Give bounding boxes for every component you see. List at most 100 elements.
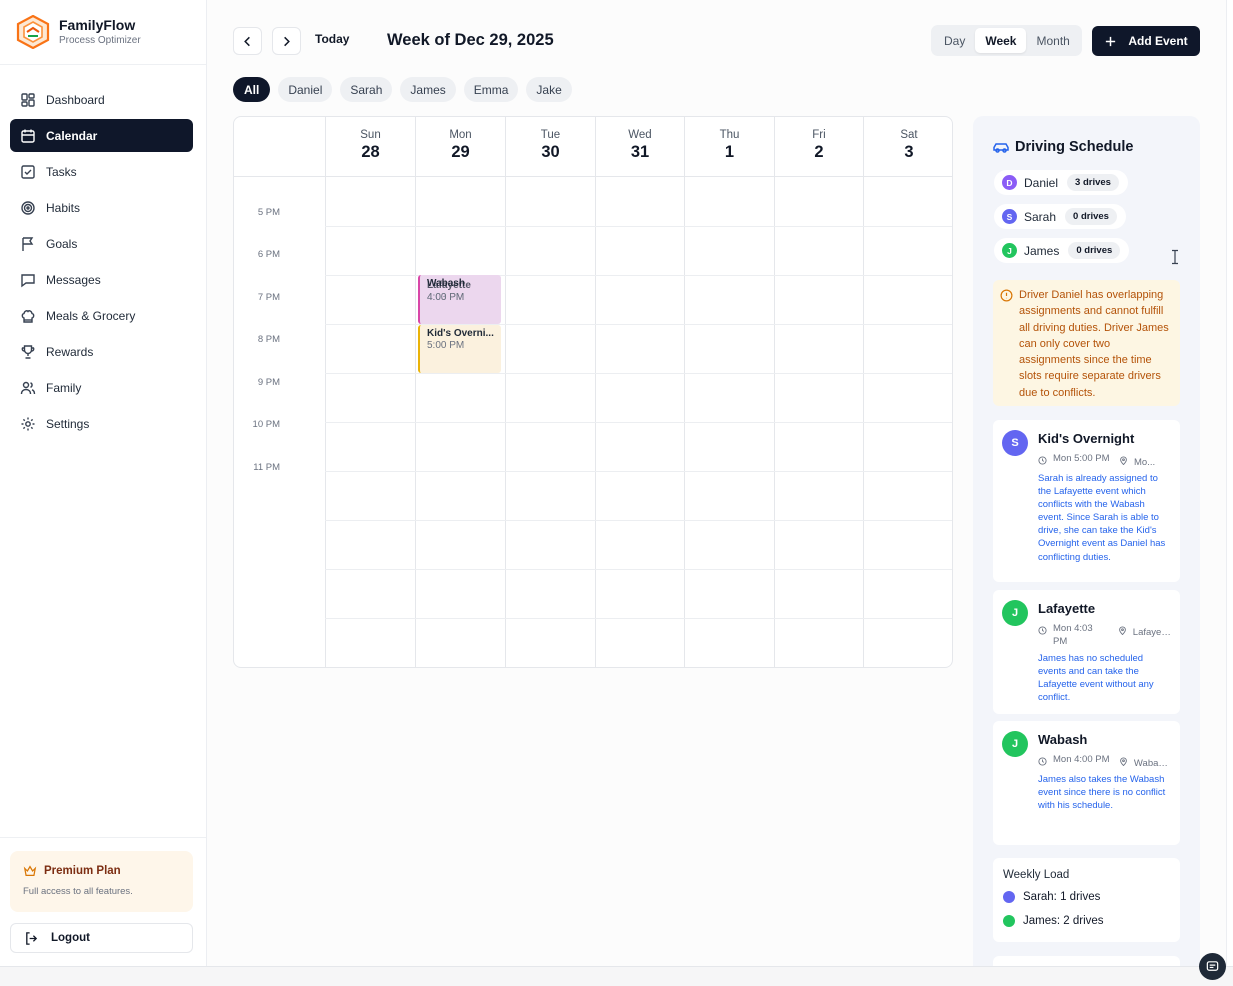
filter-all[interactable]: All bbox=[233, 77, 271, 102]
sidebar-item-family[interactable]: Family bbox=[10, 371, 193, 404]
scrollbar-track[interactable] bbox=[1226, 0, 1233, 966]
next-week-button[interactable] bbox=[272, 27, 301, 55]
logout-button[interactable]: Logout bbox=[10, 923, 193, 953]
divider bbox=[0, 837, 206, 838]
assignment-note: Sarah is already assigned to the Lafayet… bbox=[1038, 473, 1166, 563]
chevron-right-icon bbox=[284, 36, 290, 46]
chef-hat-icon bbox=[21, 309, 35, 323]
grid-line bbox=[325, 373, 952, 374]
today-button[interactable]: Today bbox=[315, 32, 349, 46]
day-number: 1 bbox=[724, 143, 735, 161]
view-day-button[interactable]: Day bbox=[934, 28, 975, 53]
add-event-button[interactable]: Add Event bbox=[1092, 26, 1200, 56]
driver-name: Sarah bbox=[1024, 209, 1057, 224]
avatar: J bbox=[1002, 600, 1028, 626]
premium-plan-card: Premium Plan Full access to all features… bbox=[10, 851, 193, 912]
grid-line bbox=[325, 422, 952, 423]
time-label: 5 PM bbox=[257, 207, 280, 218]
time-label: 7 PM bbox=[257, 292, 280, 303]
sidebar-item-settings[interactable]: Settings bbox=[10, 407, 193, 440]
tasks-icon bbox=[21, 164, 35, 179]
day-header-mon[interactable]: Mon 29 bbox=[415, 117, 505, 177]
sidebar-item-rewards[interactable]: Rewards bbox=[10, 335, 193, 368]
conflict-warning: Driver Daniel has overlapping assignment… bbox=[993, 280, 1180, 406]
driver-row-james[interactable]: J James 0 drives bbox=[994, 238, 1130, 263]
premium-title: Premium Plan bbox=[44, 865, 121, 877]
day-header-sun[interactable]: Sun 28 bbox=[325, 117, 415, 177]
day-name: Sat bbox=[900, 129, 918, 141]
avatar: J bbox=[1002, 731, 1028, 757]
calendar-event-kids-overnight[interactable]: Kid's Overni... 5:00 PM bbox=[418, 325, 501, 373]
divider bbox=[0, 64, 206, 65]
panel-title: Driving Schedule bbox=[992, 138, 1133, 156]
next-card-edge bbox=[993, 956, 1180, 966]
view-week-button[interactable]: Week bbox=[975, 28, 1027, 53]
habits-icon bbox=[21, 200, 35, 215]
sidebar-item-label: Calendar bbox=[46, 128, 98, 143]
week-title: Week of Dec 29, 2025 bbox=[387, 31, 554, 49]
sidebar-item-messages[interactable]: Messages bbox=[10, 263, 193, 296]
filter-daniel[interactable]: Daniel bbox=[278, 77, 333, 102]
alert-circle-icon bbox=[1000, 289, 1013, 302]
brand-logo-icon bbox=[16, 15, 50, 49]
assignment-time: Mon 4:00 PM bbox=[1053, 754, 1110, 765]
grid-line bbox=[325, 226, 952, 227]
sidebar-nav: Dashboard Calendar Tasks Habits Goals Me… bbox=[10, 83, 193, 443]
sidebar-item-habits[interactable]: Habits bbox=[10, 191, 193, 224]
sidebar-item-dashboard[interactable]: Dashboard bbox=[10, 83, 193, 116]
filter-sarah[interactable]: Sarah bbox=[340, 77, 393, 102]
assignment-note: James also takes the Wabash event since … bbox=[1038, 774, 1166, 812]
filter-jake[interactable]: Jake bbox=[526, 77, 572, 102]
brand-name: FamilyFlow bbox=[59, 17, 136, 33]
day-name: Sun bbox=[360, 129, 381, 141]
sidebar-item-meals[interactable]: Meals & Grocery bbox=[10, 299, 193, 332]
premium-subtitle: Full access to all features. bbox=[23, 886, 133, 897]
messages-icon bbox=[21, 273, 35, 287]
clock-icon bbox=[1038, 456, 1047, 465]
assignment-location: Lafayet... bbox=[1132, 627, 1171, 638]
filter-james[interactable]: James bbox=[400, 77, 456, 102]
driver-row-sarah[interactable]: S Sarah 0 drives bbox=[994, 204, 1126, 229]
day-header-sat[interactable]: Sat 3 bbox=[863, 117, 952, 177]
chat-icon bbox=[1206, 961, 1219, 971]
day-header-fri[interactable]: Fri 2 bbox=[774, 117, 863, 177]
day-name: Mon bbox=[449, 129, 472, 141]
time-label: 9 PM bbox=[257, 377, 280, 388]
member-filters: All Daniel Sarah James Emma Jake bbox=[233, 77, 580, 102]
day-name: Tue bbox=[540, 129, 561, 141]
time-label: 10 PM bbox=[252, 419, 280, 430]
drive-count-badge: 3 drives bbox=[1067, 174, 1119, 191]
prev-week-button[interactable] bbox=[233, 27, 262, 55]
day-header-thu[interactable]: Thu 1 bbox=[684, 117, 774, 177]
panel-title-text: Driving Schedule bbox=[1015, 139, 1134, 155]
assignment-card-wabash[interactable]: J Wabash Mon 4:00 PM Wabas... James also… bbox=[993, 721, 1180, 845]
event-title: Kid's Overni... bbox=[427, 328, 494, 339]
horizontal-scrollbar[interactable] bbox=[0, 966, 1233, 986]
calendar-event-wabash-lafayette[interactable]: Wabash Lafayette 4:00 PM 4:03 PM bbox=[418, 275, 501, 324]
driver-row-daniel[interactable]: D Daniel 3 drives bbox=[994, 170, 1128, 195]
assignment-title: Wabash bbox=[1038, 732, 1088, 747]
day-number: 30 bbox=[541, 143, 560, 161]
chat-help-button[interactable] bbox=[1199, 953, 1226, 980]
sidebar-item-goals[interactable]: Goals bbox=[10, 227, 193, 260]
view-month-button[interactable]: Month bbox=[1026, 28, 1079, 53]
brand[interactable]: FamilyFlow Process Optimizer bbox=[16, 14, 141, 50]
assignment-card-kids-overnight[interactable]: S Kid's Overnight Mon 5:00 PM Mo... Sara… bbox=[993, 420, 1180, 582]
sidebar-item-tasks[interactable]: Tasks bbox=[10, 155, 193, 188]
drive-count-badge: 0 drives bbox=[1065, 208, 1117, 225]
avatar: D bbox=[1002, 175, 1017, 190]
day-header-tue[interactable]: Tue 30 bbox=[505, 117, 595, 177]
calendar-header: Sun 28 Mon 29 Tue 30 Wed 31 Thu 1 Fri 2 … bbox=[234, 117, 952, 177]
sidebar-item-calendar[interactable]: Calendar bbox=[10, 119, 193, 152]
filter-emma[interactable]: Emma bbox=[463, 77, 519, 102]
day-header-wed[interactable]: Wed 31 bbox=[595, 117, 684, 177]
add-event-label: Add Event bbox=[1128, 34, 1188, 48]
sidebar-item-label: Tasks bbox=[46, 164, 77, 179]
driver-name: Daniel bbox=[1024, 175, 1059, 190]
week-calendar: Sun 28 Mon 29 Tue 30 Wed 31 Thu 1 Fri 2 … bbox=[233, 116, 953, 668]
day-name: Wed bbox=[628, 129, 652, 141]
crown-icon bbox=[23, 865, 37, 876]
assignment-card-lafayette[interactable]: J Lafayette Mon 4:03 PM Lafayet... James… bbox=[993, 590, 1180, 714]
sidebar-item-label: Goals bbox=[46, 236, 78, 251]
day-number: 29 bbox=[451, 143, 470, 161]
